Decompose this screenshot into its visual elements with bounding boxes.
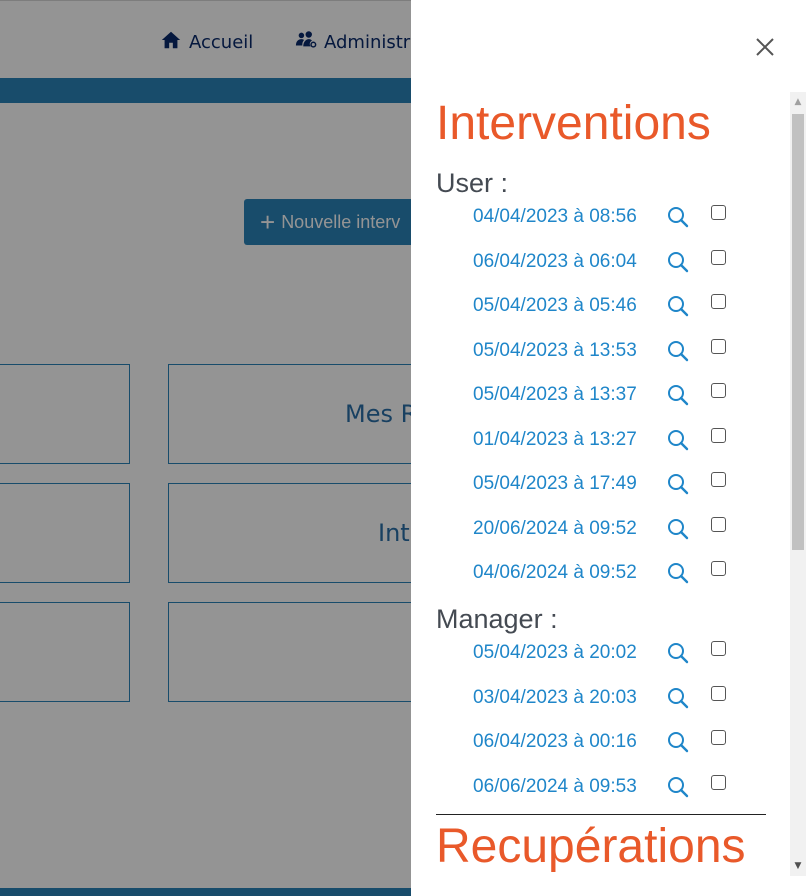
intervention-date-link[interactable]: 06/06/2024 à 09:53 xyxy=(473,776,637,798)
intervention-date-link[interactable]: 03/04/2023 à 20:03 xyxy=(473,687,637,709)
intervention-checkbox[interactable] xyxy=(711,472,726,487)
user-group-label: User : xyxy=(436,168,509,198)
intervention-date-link[interactable]: 01/04/2023 à 13:27 xyxy=(473,429,637,451)
intervention-row: 03/04/2023 à 20:03 xyxy=(473,683,733,713)
intervention-date-link[interactable]: 05/04/2023 à 20:02 xyxy=(473,642,637,664)
intervention-row: 04/06/2024 à 09:52 xyxy=(473,558,733,588)
intervention-row: 06/06/2024 à 09:53 xyxy=(473,772,733,802)
search-icon[interactable] xyxy=(666,686,690,710)
intervention-checkbox[interactable] xyxy=(711,427,726,443)
search-icon[interactable] xyxy=(666,561,690,585)
intervention-row: 06/04/2023 à 06:04 xyxy=(473,247,733,277)
intervention-row: 05/04/2023 à 05:46 xyxy=(473,291,733,321)
intervention-date-link[interactable]: 05/04/2023 à 13:53 xyxy=(473,340,637,362)
intervention-checkbox[interactable] xyxy=(711,249,726,265)
intervention-checkbox[interactable] xyxy=(711,205,726,220)
scroll-thumb[interactable] xyxy=(792,114,804,550)
manager-group-label: Manager : xyxy=(436,604,558,634)
intervention-date-link[interactable]: 06/04/2023 à 06:04 xyxy=(473,251,637,273)
intervention-row: 20/06/2024 à 09:52 xyxy=(473,514,733,544)
intervention-row: 01/04/2023 à 13:27 xyxy=(473,425,733,455)
intervention-row: 05/04/2023 à 13:53 xyxy=(473,336,733,366)
drawer-scrollbar[interactable]: ▲ ▼ xyxy=(790,92,806,876)
close-drawer-button[interactable] xyxy=(752,34,778,60)
intervention-date-link[interactable]: 05/04/2023 à 17:49 xyxy=(473,473,637,495)
intervention-date-link[interactable]: 05/04/2023 à 05:46 xyxy=(473,295,637,317)
search-icon[interactable] xyxy=(666,775,690,799)
scroll-down-arrow-icon[interactable]: ▼ xyxy=(790,856,806,876)
intervention-date-link[interactable]: 06/04/2023 à 00:16 xyxy=(473,731,637,753)
intervention-checkbox[interactable] xyxy=(711,383,726,398)
intervention-date-link[interactable]: 20/06/2024 à 09:52 xyxy=(473,518,637,540)
search-icon[interactable] xyxy=(666,517,690,541)
search-icon[interactable] xyxy=(666,205,690,229)
search-icon[interactable] xyxy=(666,294,690,318)
intervention-checkbox[interactable] xyxy=(711,641,726,656)
drawer-content: Interventions User : 04/04/2023 à 08:56 0… xyxy=(411,92,789,896)
intervention-date-link[interactable]: 04/06/2024 à 09:52 xyxy=(473,562,637,584)
intervention-checkbox[interactable] xyxy=(711,774,726,790)
search-icon[interactable] xyxy=(666,383,690,407)
scroll-up-arrow-icon[interactable]: ▲ xyxy=(790,92,806,112)
intervention-checkbox[interactable] xyxy=(711,561,726,576)
section-divider xyxy=(436,814,766,815)
intervention-row: 05/04/2023 à 20:02 xyxy=(473,638,733,668)
intervention-row: 05/04/2023 à 13:37 xyxy=(473,380,733,410)
intervention-checkbox[interactable] xyxy=(711,294,726,309)
intervention-row: 04/04/2023 à 08:56 xyxy=(473,202,733,232)
search-icon[interactable] xyxy=(666,641,690,665)
search-icon[interactable] xyxy=(666,339,690,363)
intervention-checkbox[interactable] xyxy=(711,338,726,354)
intervention-date-link[interactable]: 04/04/2023 à 08:56 xyxy=(473,206,637,228)
close-icon xyxy=(756,38,774,56)
interventions-title: Interventions xyxy=(436,97,711,150)
intervention-checkbox[interactable] xyxy=(711,516,726,532)
intervention-row: 05/04/2023 à 17:49 xyxy=(473,469,733,499)
intervention-date-link[interactable]: 05/04/2023 à 13:37 xyxy=(473,384,637,406)
intervention-row: 06/04/2023 à 00:16 xyxy=(473,727,733,757)
intervention-checkbox[interactable] xyxy=(711,685,726,701)
search-icon[interactable] xyxy=(666,472,690,496)
intervention-checkbox[interactable] xyxy=(711,730,726,745)
search-icon[interactable] xyxy=(666,730,690,754)
recuperations-title: Recupérations xyxy=(436,820,746,873)
search-icon[interactable] xyxy=(666,250,690,274)
search-icon[interactable] xyxy=(666,428,690,452)
